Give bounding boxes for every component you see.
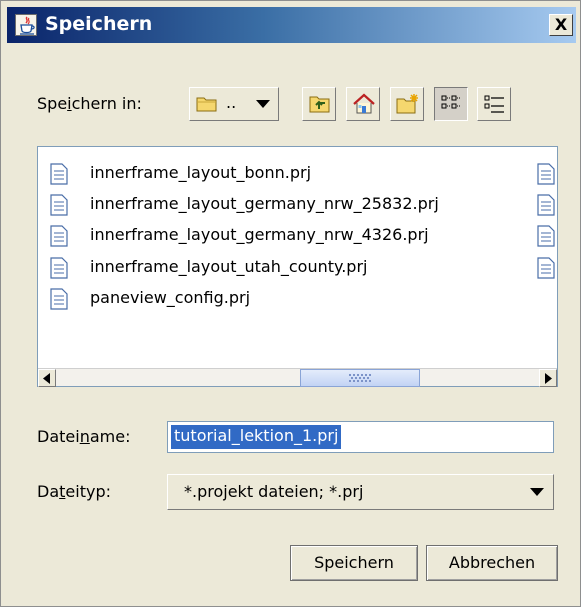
file-name: innerframe_layout_utah_county.prj — [90, 257, 368, 276]
up-one-level-icon — [309, 96, 330, 113]
details-view-button[interactable] — [477, 87, 511, 121]
scroll-thumb[interactable] — [300, 369, 420, 387]
file-icon — [50, 194, 68, 216]
filetype-combobox[interactable]: *.projekt dateien; *.prj — [167, 474, 554, 510]
scroll-right-button[interactable] — [539, 369, 557, 387]
list-item[interactable]: paneview_config.prj — [50, 286, 540, 314]
list-item[interactable]: innerframe_layout_bonn.prj — [50, 161, 555, 189]
details-view-icon — [484, 95, 504, 113]
new-folder-button[interactable] — [390, 87, 424, 121]
list-item[interactable]: innerframe_layout_germany_nrw_4326.prj — [50, 223, 555, 251]
save-in-combobox[interactable]: .. — [189, 87, 279, 121]
filename-value: tutorial_lektion_1.prj — [171, 425, 342, 449]
grip-icon — [349, 374, 371, 382]
file-name: innerframe_layout_germany_nrw_25832.prj — [90, 194, 439, 213]
scroll-left-button[interactable] — [38, 369, 56, 387]
file-icon — [50, 163, 68, 185]
java-cup-icon — [15, 14, 37, 36]
close-icon: X — [554, 15, 568, 34]
file-icon — [50, 288, 68, 310]
save-button[interactable]: Speichern — [290, 545, 418, 581]
filetype-label: Dateityp: — [37, 482, 111, 501]
filename-label: Dateiname: — [37, 427, 131, 446]
chevron-down-icon — [256, 100, 270, 108]
folder-icon — [196, 97, 217, 112]
close-button[interactable]: X — [549, 14, 573, 36]
save-in-label: Speichern in: — [37, 94, 142, 113]
file-name: innerframe_layout_bonn.prj — [90, 163, 312, 182]
file-icon — [537, 225, 555, 247]
save-dialog: Speichern X Speichern in: .. innerframe_… — [0, 0, 581, 607]
title-bar[interactable]: Speichern X — [7, 7, 576, 43]
list-view-button[interactable] — [434, 87, 468, 121]
file-icon — [50, 225, 68, 247]
list-item[interactable]: innerframe_layout_germany_nrw_25832.prj — [50, 192, 555, 220]
list-view-icon — [441, 95, 460, 109]
filetype-value: *.projekt dateien; *.prj — [184, 482, 364, 501]
up-one-level-button[interactable] — [302, 87, 336, 121]
chevron-down-icon — [530, 488, 544, 496]
file-icon — [537, 163, 555, 185]
file-name: innerframe_layout_germany_nrw_4326.prj — [90, 225, 429, 244]
arrow-left-icon — [43, 373, 50, 384]
file-icon — [537, 194, 555, 216]
file-icon — [50, 257, 68, 279]
home-icon — [353, 93, 375, 114]
window-title: Speichern — [45, 13, 153, 35]
new-folder-icon — [396, 94, 418, 114]
list-item[interactable]: innerframe_layout_utah_county.prj — [50, 255, 555, 283]
horizontal-scrollbar[interactable] — [38, 368, 557, 387]
file-name: paneview_config.prj — [90, 288, 251, 307]
file-icon — [537, 257, 555, 279]
filename-input[interactable]: tutorial_lektion_1.prj — [167, 421, 554, 453]
cancel-button[interactable]: Abbrechen — [426, 545, 558, 581]
save-in-value: .. — [226, 93, 237, 112]
arrow-right-icon — [545, 373, 552, 384]
file-list[interactable]: innerframe_layout_bonn.prj innerframe_la… — [37, 146, 558, 387]
home-button[interactable] — [346, 87, 380, 121]
